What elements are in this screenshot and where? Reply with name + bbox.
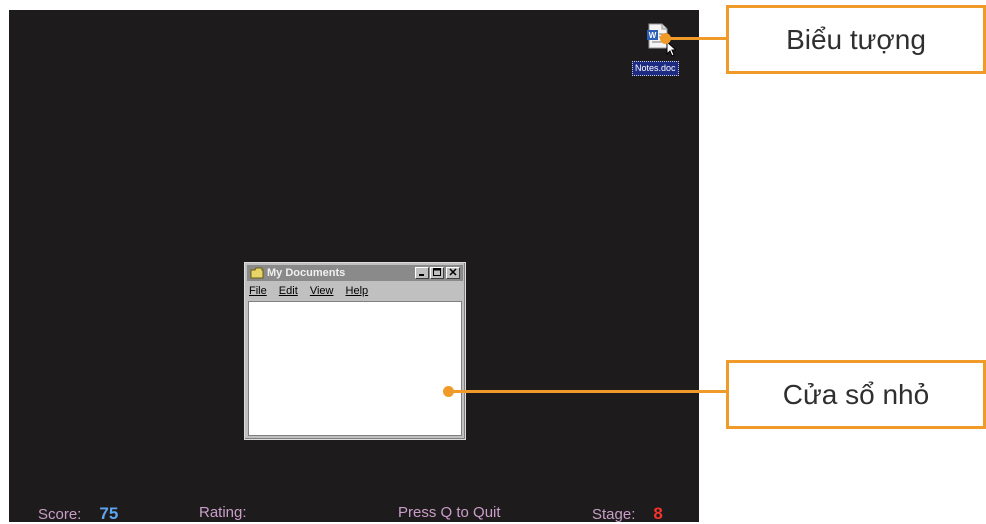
folder-icon (250, 267, 264, 284)
menu-file[interactable]: File (249, 285, 267, 297)
icon-callout-box: Biểu tượng (726, 5, 986, 74)
window-callout-line (449, 390, 728, 393)
stage-value: 8 (653, 504, 663, 523)
icon-callout-text: Biểu tượng (786, 23, 926, 55)
quit-hint: Press Q to Quit (398, 504, 501, 521)
menu-edit[interactable]: Edit (279, 285, 298, 297)
rating-label: Rating: (199, 504, 247, 521)
menu-help[interactable]: Help (346, 285, 369, 297)
menu-view[interactable]: View (310, 285, 334, 297)
score-value: 75 (99, 504, 119, 523)
icon-callout-line (666, 37, 728, 40)
window-title: My Documents (267, 267, 346, 279)
stage-label: Stage: (592, 506, 636, 523)
desktop-icon-label: Notes.doc (632, 61, 679, 76)
window-titlebar[interactable]: My Documents (247, 265, 463, 281)
my-documents-window[interactable]: My Documents File Edit View Help (244, 262, 466, 440)
svg-text:W: W (649, 31, 657, 40)
desktop-document-icon[interactable]: W Notes.doc (632, 21, 692, 79)
close-button[interactable] (446, 267, 460, 279)
mouse-pointer-icon (666, 40, 678, 62)
minimize-button[interactable] (415, 267, 429, 279)
window-menubar: File Edit View Help (249, 284, 377, 298)
score-label: Score: (38, 506, 82, 523)
window-callout-text: Cửa sổ nhỏ (782, 378, 930, 410)
stage-display: Stage: 8 (592, 504, 663, 524)
window-callout-box: Cửa sổ nhỏ (726, 360, 986, 429)
window-content-area[interactable] (248, 301, 462, 436)
game-screen: W Notes.doc My Documents File Edit View … (9, 10, 699, 524)
score-display: Score: 75 (38, 504, 118, 524)
maximize-button[interactable] (430, 267, 444, 279)
